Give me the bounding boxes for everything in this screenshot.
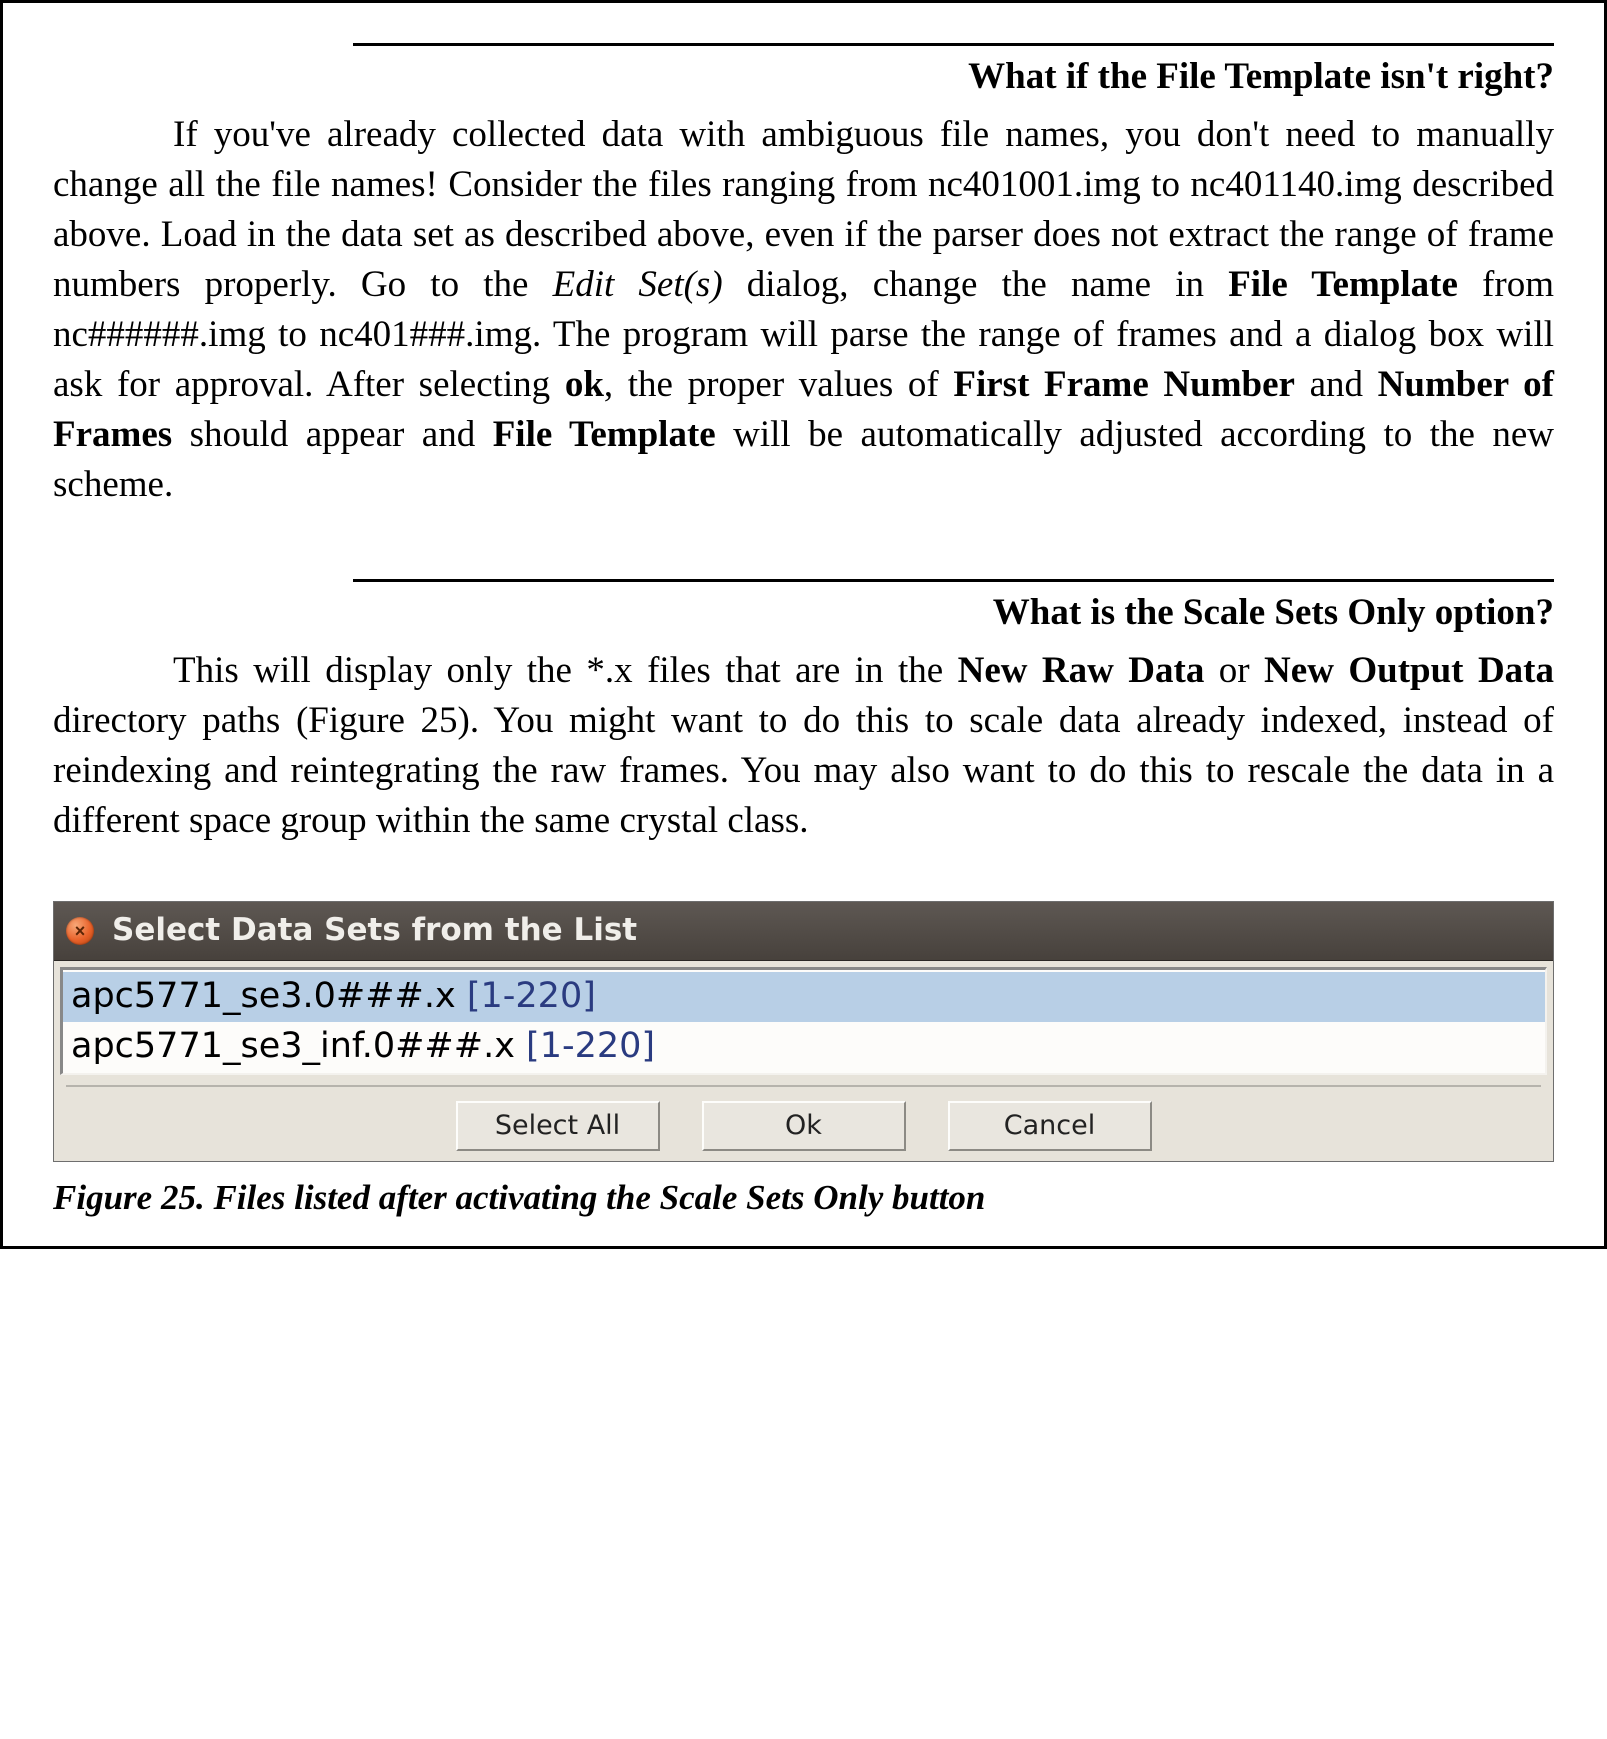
cancel-button[interactable]: Cancel: [948, 1101, 1152, 1151]
edit-sets-label: Edit Set(s): [553, 264, 723, 305]
select-all-button[interactable]: Select All: [456, 1101, 660, 1151]
text: This will display only the *.x files tha…: [173, 650, 958, 691]
list-item[interactable]: apc5771_se3_inf.0###.x [1-220]: [63, 1022, 1545, 1072]
figure-caption: Figure 25. Files listed after activating…: [53, 1174, 1554, 1221]
paragraph-2: This will display only the *.x files tha…: [53, 646, 1554, 846]
section-divider: [353, 43, 1554, 46]
close-icon[interactable]: ×: [66, 917, 94, 945]
dialog-body: apc5771_se3.0###.x [1-220] apc5771_se3_i…: [54, 961, 1553, 1161]
first-frame-number-label: First Frame Number: [953, 364, 1295, 405]
data-sets-listbox[interactable]: apc5771_se3.0###.x [1-220] apc5771_se3_i…: [60, 967, 1547, 1075]
list-item[interactable]: apc5771_se3.0###.x [1-220]: [63, 972, 1545, 1022]
text: , the proper values of: [604, 364, 953, 405]
document-page: What if the File Template isn't right? I…: [0, 0, 1607, 1249]
ok-label: ok: [565, 364, 604, 405]
list-item-range: [1-220]: [467, 976, 596, 1016]
list-item-range: [1-220]: [526, 1026, 655, 1066]
select-data-sets-dialog: × Select Data Sets from the List apc5771…: [53, 901, 1554, 1162]
text: or: [1204, 650, 1264, 691]
text: and: [1295, 364, 1378, 405]
paragraph-1: If you've already collected data with am…: [53, 110, 1554, 510]
dialog-titlebar: × Select Data Sets from the List: [54, 902, 1553, 961]
text: should appear and: [172, 414, 493, 455]
dialog-button-row: Select All Ok Cancel: [66, 1085, 1541, 1151]
section-heading-2: What is the Scale Sets Only option?: [53, 588, 1554, 638]
new-raw-data-label: New Raw Data: [958, 650, 1205, 691]
list-item-name: apc5771_se3_inf.0###.x: [71, 1026, 526, 1066]
file-template-label-2: File Template: [493, 414, 716, 455]
section-divider: [353, 579, 1554, 582]
new-output-data-label: New Output Data: [1264, 650, 1554, 691]
list-item-name: apc5771_se3.0###.x: [71, 976, 467, 1016]
text: dialog, change the name in: [723, 264, 1229, 305]
file-template-label: File Template: [1228, 264, 1458, 305]
text: directory paths (Figure 25). You might w…: [53, 700, 1554, 841]
ok-button[interactable]: Ok: [702, 1101, 906, 1151]
dialog-title: Select Data Sets from the List: [112, 910, 637, 952]
section-heading-1: What if the File Template isn't right?: [53, 52, 1554, 102]
